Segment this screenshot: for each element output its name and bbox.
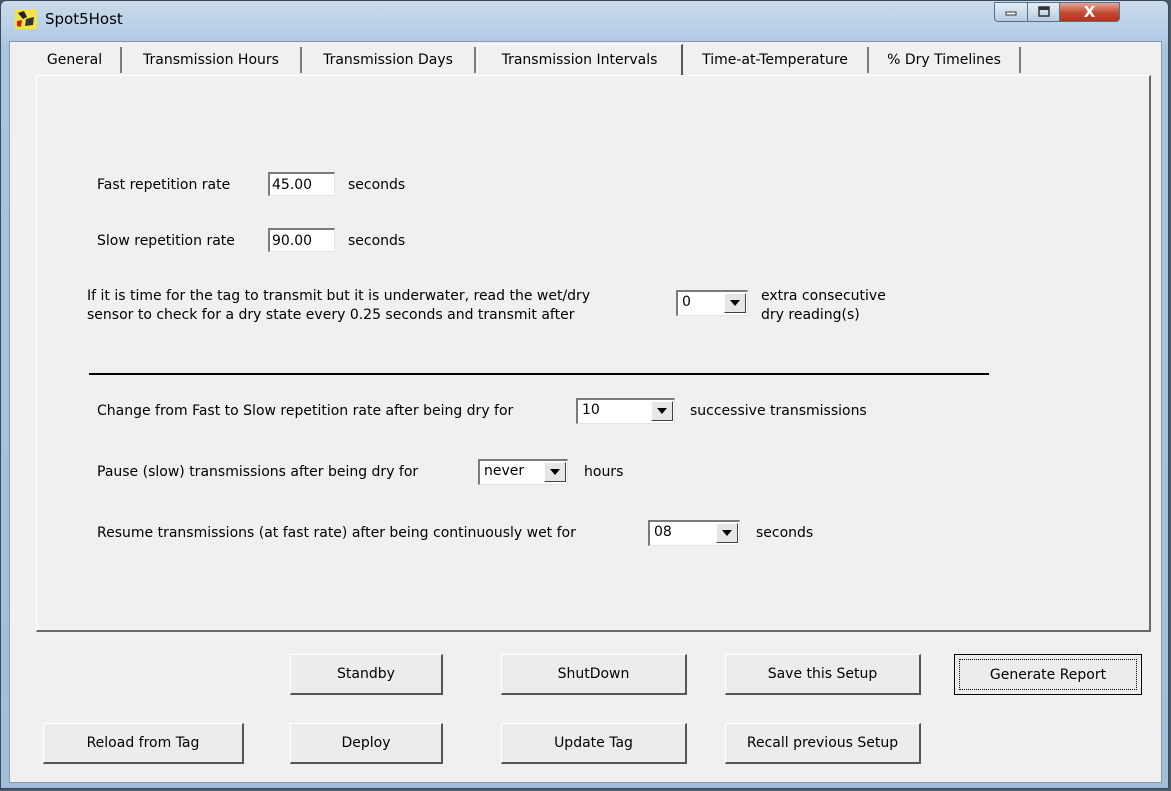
tab-general[interactable]: General — [29, 47, 122, 73]
tab-label: General — [46, 52, 103, 68]
pause-select[interactable]: never — [478, 459, 568, 485]
save-setup-label: Save this Setup — [767, 666, 878, 682]
tab-transmission-hours[interactable]: Transmission Hours — [122, 47, 302, 73]
fast-to-slow-suffix: successive transmissions — [690, 403, 867, 419]
app-icon — [15, 9, 37, 29]
resume-value: 08 — [654, 524, 672, 540]
fast-to-slow-value: 10 — [582, 402, 600, 418]
shutdown-label: ShutDown — [557, 666, 630, 682]
pause-value: never — [484, 463, 525, 479]
reload-label: Reload from Tag — [86, 735, 200, 751]
standby-button[interactable]: Standby — [290, 654, 443, 695]
generate-report-label: Generate Report — [989, 666, 1107, 683]
tab-label: Time-at-Temperature — [702, 52, 848, 68]
deploy-button[interactable]: Deploy — [290, 723, 443, 764]
fast-rate-field[interactable] — [268, 172, 335, 196]
update-tag-label: Update Tag — [554, 735, 633, 751]
resume-suffix: seconds — [756, 525, 814, 541]
slow-rate-label: Slow repetition rate — [97, 233, 235, 249]
window-title: Spot5Host — [45, 10, 123, 28]
pause-label: Pause (slow) transmissions after being d… — [97, 464, 419, 480]
tab-label: Transmission Hours — [143, 52, 279, 68]
resume-select[interactable]: 08 — [648, 520, 740, 546]
recall-setup-label: Recall previous Setup — [746, 735, 899, 751]
close-button[interactable]: X — [1060, 2, 1120, 22]
maximize-button[interactable] — [1028, 2, 1060, 22]
close-icon: X — [1083, 3, 1096, 21]
standby-label: Standby — [337, 666, 395, 682]
tab-time-at-temperature[interactable]: Time-at-Temperature — [683, 47, 869, 73]
chevron-down-icon[interactable] — [544, 462, 566, 482]
dry-readings-suffix-line1: extra consecutive — [761, 288, 886, 304]
update-tag-button[interactable]: Update Tag — [501, 723, 687, 764]
reload-from-tag-button[interactable]: Reload from Tag — [43, 723, 244, 764]
tab-label: % Dry Timelines — [887, 52, 1001, 68]
fast-to-slow-label: Change from Fast to Slow repetition rate… — [97, 403, 514, 419]
pause-suffix: hours — [584, 464, 624, 480]
shutdown-button[interactable]: ShutDown — [501, 654, 687, 695]
dry-readings-value: 0 — [682, 294, 691, 310]
chevron-down-icon[interactable] — [724, 293, 746, 313]
title-bar[interactable]: Spot5Host X — [1, 1, 1168, 35]
app-window: Spot5Host X General Transmission Hours T… — [0, 0, 1169, 789]
tab-transmission-days[interactable]: Transmission Days — [302, 47, 476, 73]
dry-readings-suffix-line2: dry reading(s) — [761, 307, 860, 323]
minimize-button[interactable] — [994, 2, 1028, 22]
fast-to-slow-select[interactable]: 10 — [576, 398, 675, 424]
tab-transmission-intervals[interactable]: Transmission Intervals — [477, 44, 683, 75]
tab-label: Transmission Days — [323, 52, 453, 68]
slow-rate-field[interactable] — [268, 228, 335, 252]
divider — [89, 373, 989, 375]
generate-report-button[interactable]: Generate Report — [954, 654, 1142, 695]
underwater-text-line2: sensor to check for a dry state every 0.… — [87, 307, 575, 323]
chevron-down-icon[interactable] — [651, 401, 673, 421]
minimize-icon — [1005, 11, 1017, 16]
maximize-icon — [1037, 6, 1050, 17]
tab-dry-timelines[interactable]: % Dry Timelines — [869, 47, 1021, 73]
dry-readings-select[interactable]: 0 — [676, 290, 748, 316]
tab-panel — [36, 75, 1151, 632]
fast-rate-unit: seconds — [348, 177, 406, 193]
deploy-label: Deploy — [341, 735, 391, 751]
chevron-down-icon[interactable] — [716, 523, 738, 543]
recall-setup-button[interactable]: Recall previous Setup — [725, 723, 921, 764]
fast-rate-label: Fast repetition rate — [97, 177, 231, 193]
resume-label: Resume transmissions (at fast rate) afte… — [97, 525, 576, 541]
save-setup-button[interactable]: Save this Setup — [725, 654, 921, 695]
slow-rate-unit: seconds — [348, 233, 406, 249]
underwater-text-line1: If it is time for the tag to transmit bu… — [87, 288, 591, 304]
tab-label: Transmission Intervals — [501, 52, 658, 68]
